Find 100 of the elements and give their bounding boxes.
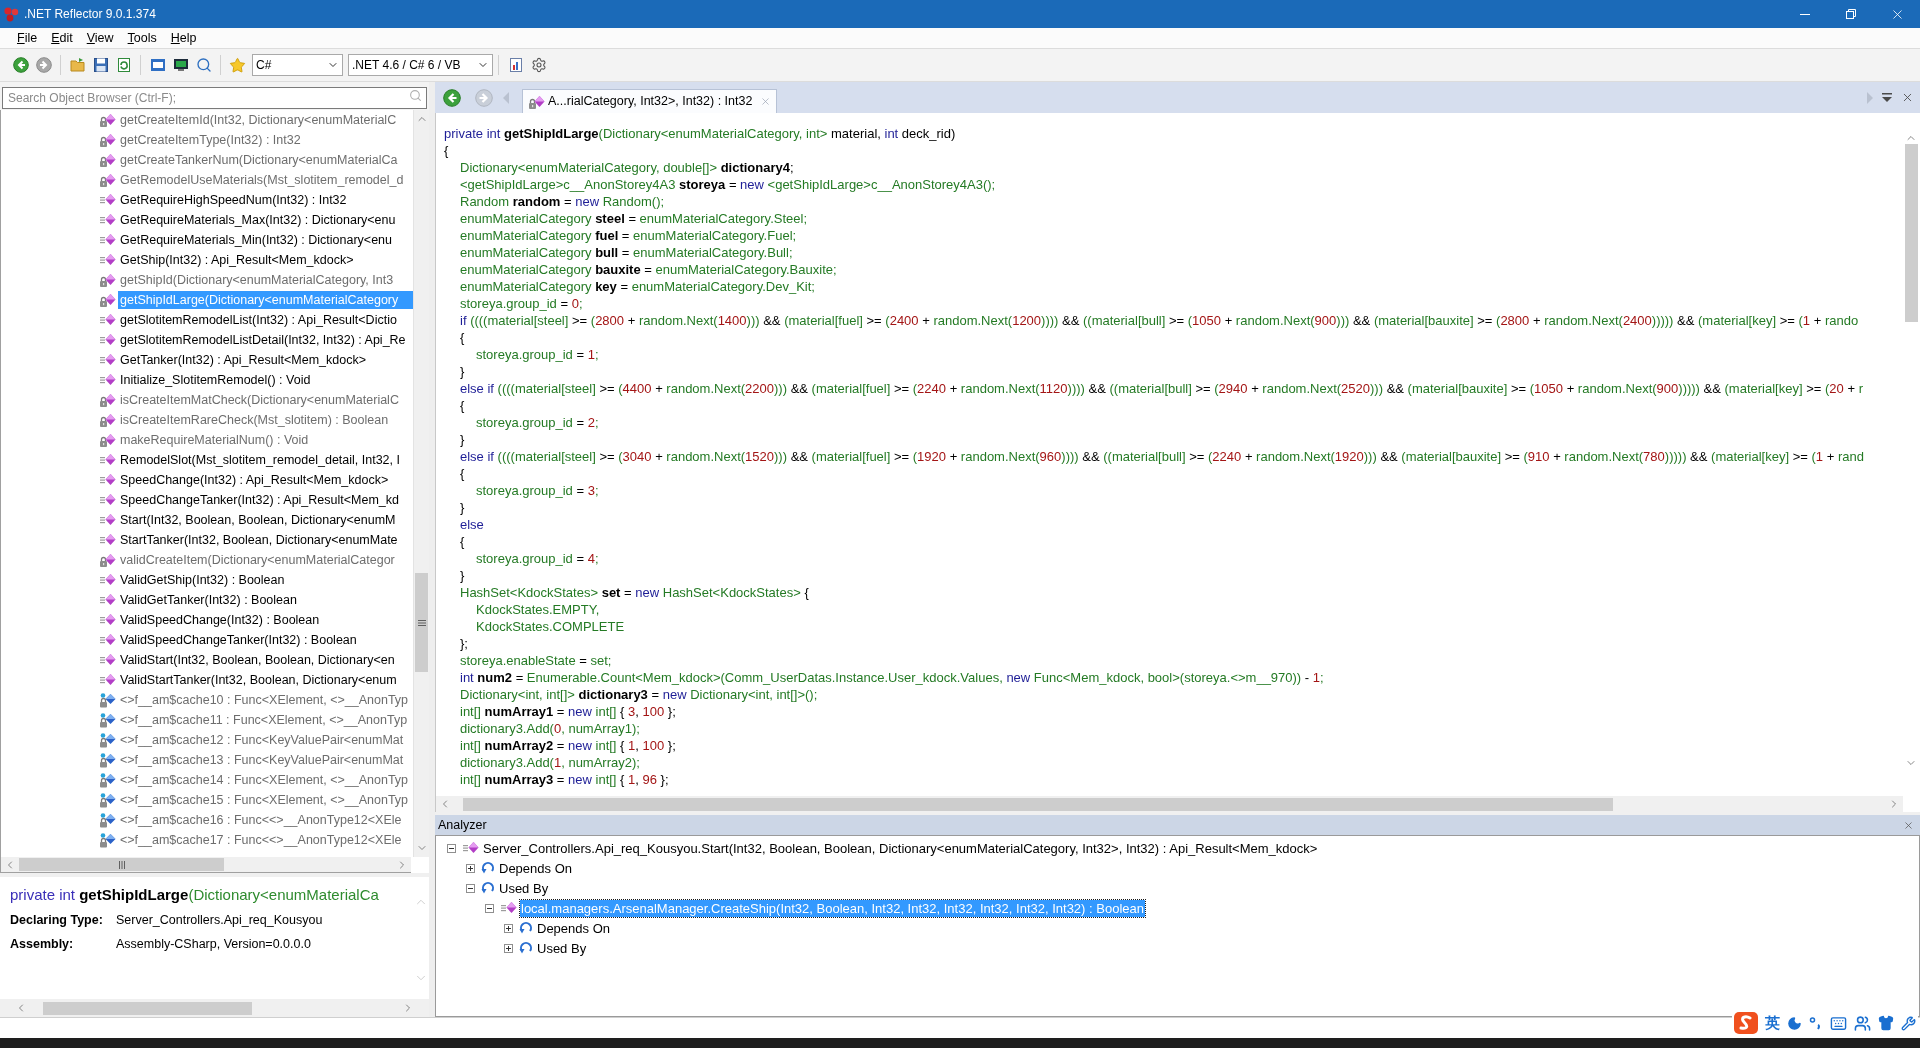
open-folder-icon[interactable]	[69, 57, 86, 73]
member-item[interactable]: validCreateItem(Dictionary<enumMaterialCategor	[118, 551, 413, 569]
member-item[interactable]: Start(Int32, Boolean, Boolean, Dictionary<enumM	[118, 511, 413, 529]
code-line: storeya.group_id = 1;	[475, 346, 600, 363]
member-item[interactable]: StartTanker(Int32, Boolean, Dictionary<enumMate	[118, 531, 413, 549]
member-item[interactable]: getCreateItemType(Int32) : Int32	[118, 131, 413, 149]
search-icon[interactable]	[195, 57, 212, 73]
member-item[interactable]: ValidStart(Int32, Boolean, Boolean, Dictionary<en	[118, 651, 413, 669]
member-item[interactable]: <>f__am$cache15 : Func<XElement, <>__AnonTyp	[118, 791, 413, 809]
member-item[interactable]: SpeedChange(Int32) : Api_Result<Mem_kdock>	[118, 471, 413, 489]
code-line: KdockStates.EMPTY,	[475, 601, 601, 618]
analyzer-item[interactable]: Used By	[536, 939, 588, 957]
member-item[interactable]: GetShip(Int32) : Api_Result<Mem_kdock>	[118, 251, 413, 269]
code-line: int[] numArray1 = new int[] { 3, 100 };	[459, 703, 677, 720]
member-item[interactable]: <>f__am$cache11 : Func<XElement, <>__AnonTyp	[118, 711, 413, 729]
field-value: Server_Controllers.Api_req_Kousyou	[116, 912, 324, 929]
scrollbar-thumb[interactable]	[19, 858, 224, 871]
wrench-icon[interactable]	[1901, 1015, 1916, 1031]
back-icon[interactable]	[443, 88, 461, 107]
menu-item[interactable]: View	[79, 28, 121, 48]
menu-item[interactable]: File	[10, 28, 45, 48]
menu-item[interactable]: Edit	[44, 28, 80, 48]
member-item[interactable]: GetTanker(Int32) : Api_Result<Mem_kdock>	[118, 351, 413, 369]
member-item[interactable]: <>f__am$cache13 : Func<KeyValuePair<enumMat	[118, 751, 413, 769]
expand-icon[interactable]	[504, 923, 513, 933]
member-item[interactable]: RemodelSlot(Mst_slotitem_remodel_detail, Int32, I	[118, 451, 413, 469]
code-line: }	[459, 567, 466, 584]
member-item[interactable]: GetRequireMaterials_Min(Int32) : Dictionary<enu	[118, 231, 413, 249]
member-item[interactable]: ValidSpeedChange(Int32) : Boolean	[118, 611, 413, 629]
member-item[interactable]: SpeedChangeTanker(Int32) : Api_Result<Mem_kd	[118, 491, 413, 509]
input-mode-toggle[interactable]: 英	[1765, 1011, 1780, 1035]
monitor-icon[interactable]	[172, 57, 189, 73]
page-refresh-icon[interactable]	[115, 57, 132, 73]
tab-list-icon[interactable]	[1882, 92, 1892, 103]
star-icon[interactable]	[229, 56, 246, 74]
member-item[interactable]: getSlotitemRemodelList(Int32) : Api_Result<Dictio	[118, 311, 413, 329]
member-item[interactable]: ValidGetShip(Int32) : Boolean	[118, 571, 413, 589]
analyzer-item[interactable]: Depends On	[536, 919, 611, 937]
member-item[interactable]: GetRequireHighSpeedNum(Int32) : Int32	[118, 191, 413, 209]
close-icon[interactable]	[1903, 819, 1914, 831]
code-line: storeya.group_id = 3;	[475, 482, 600, 499]
back-icon[interactable]	[12, 57, 29, 73]
member-item[interactable]: <>f__am$cache14 : Func<XElement, <>__AnonTyp	[118, 771, 413, 789]
code-line: };	[459, 635, 469, 652]
collapse-icon[interactable]	[485, 903, 494, 913]
method-signature: private int getShipIdLarge(Dictionary<enumMaterialCa	[10, 885, 380, 905]
member-item[interactable]: getCreateTankerNum(Dictionary<enumMaterialCa	[118, 151, 413, 169]
code-line: {	[459, 329, 466, 346]
member-item[interactable]: ValidSpeedChangeTanker(Int32) : Boolean	[118, 631, 413, 649]
member-item[interactable]: getSlotitemRemodelListDetail(Int32, Int32) : Api_Re	[118, 331, 413, 349]
member-item[interactable]: GetRequireMaterials_Max(Int32) : Dictionary<enu	[118, 211, 413, 229]
document-tab[interactable]: A...rialCategory, Int32>, Int32) : Int32	[522, 89, 778, 113]
scrollbar-thumb[interactable]	[1904, 144, 1918, 322]
member-item[interactable]: <>f__am$cache10 : Func<XElement, <>__AnonTyp	[118, 691, 413, 709]
save-icon[interactable]	[92, 57, 109, 73]
scrollbar-thumb[interactable]	[43, 1001, 252, 1015]
chart-document-icon[interactable]	[507, 57, 524, 73]
forward-icon[interactable]	[475, 88, 493, 107]
shirt-icon[interactable]	[1878, 1015, 1894, 1031]
field-label: Declaring Type:	[10, 912, 104, 929]
people-icon[interactable]	[1854, 1014, 1871, 1032]
circular-arrow-icon	[481, 881, 495, 895]
collapse-icon[interactable]	[466, 883, 475, 893]
punctuation-icon[interactable]	[1809, 1016, 1823, 1030]
member-item[interactable]: <>f__am$cache16 : Func<<>__AnonType12<XEle	[118, 811, 413, 829]
member-item[interactable]: Initialize_SlotitemRemodel() : Void	[118, 371, 413, 389]
member-item[interactable]: ValidGetTanker(Int32) : Boolean	[118, 591, 413, 609]
analyzer-item[interactable]: Depends On	[498, 859, 573, 877]
keyboard-icon[interactable]	[1830, 1014, 1847, 1032]
code-line: enumMaterialCategory bauxite = enumMaterialCategory.Bauxite;	[459, 261, 838, 278]
language-dropdown[interactable]: C#	[252, 54, 343, 76]
member-item[interactable]: makeRequireMaterialNum() : Void	[118, 431, 413, 449]
member-item[interactable]: <>f__am$cache12 : Func<KeyValuePair<enumMat	[118, 731, 413, 749]
scrollbar-thumb[interactable]	[415, 573, 428, 672]
code-line: }	[459, 363, 466, 380]
expand-icon[interactable]	[466, 863, 475, 873]
member-item[interactable]: <>f__am$cache17 : Func<<>__AnonType12<XEle	[118, 831, 413, 849]
forward-icon[interactable]	[35, 57, 52, 73]
member-item[interactable]: isCreateItemMatCheck(Dictionary<enumMaterialC	[118, 391, 413, 409]
code-line: enumMaterialCategory steel = enumMaterialCategory.Steel;	[459, 210, 808, 227]
input-method-logo-icon[interactable]	[1734, 1012, 1758, 1034]
collapse-icon[interactable]	[447, 843, 456, 853]
scrollbar-thumb[interactable]	[463, 797, 1613, 811]
analyzer-item[interactable]: Server_Controllers.Api_req_Kousyou.Start(Int32, Boolean, Boolean, Dictionary<enumMaterialCategory, Int32>, Int32) : Api_Result<Mem_kdock>	[482, 839, 1319, 857]
analyzer-item[interactable]: Used By	[498, 879, 550, 897]
menu-item[interactable]: Help	[163, 28, 204, 48]
member-item[interactable]: getCreateItemId(Int32, Dictionary<enumMaterialC	[118, 111, 413, 129]
code-line: int[] numArray3 = new int[] { 1, 96 };	[459, 771, 670, 788]
moon-icon[interactable]	[1787, 1015, 1802, 1031]
expand-icon[interactable]	[504, 943, 513, 953]
member-item[interactable]: ValidStartTanker(Int32, Boolean, Dictionary<enum	[118, 671, 413, 689]
search-field[interactable]: Search Object Browser (Ctrl-F);	[2, 87, 427, 109]
member-item[interactable]: GetRemodelUseMaterials(Mst_slotitem_remodel_d	[118, 171, 413, 189]
member-item[interactable]: getShipId(Dictionary<enumMaterialCategory, Int3	[118, 271, 413, 289]
menu-item[interactable]: Tools	[120, 28, 164, 48]
member-item[interactable]: isCreateItemRareCheck(Mst_slotitem) : Boolean	[118, 411, 413, 429]
close-icon[interactable]	[1901, 91, 1914, 104]
text-box-icon[interactable]	[149, 57, 166, 73]
framework-dropdown[interactable]: .NET 4.6 / C# 6 / VB	[348, 54, 493, 76]
settings-icon[interactable]	[530, 57, 547, 73]
